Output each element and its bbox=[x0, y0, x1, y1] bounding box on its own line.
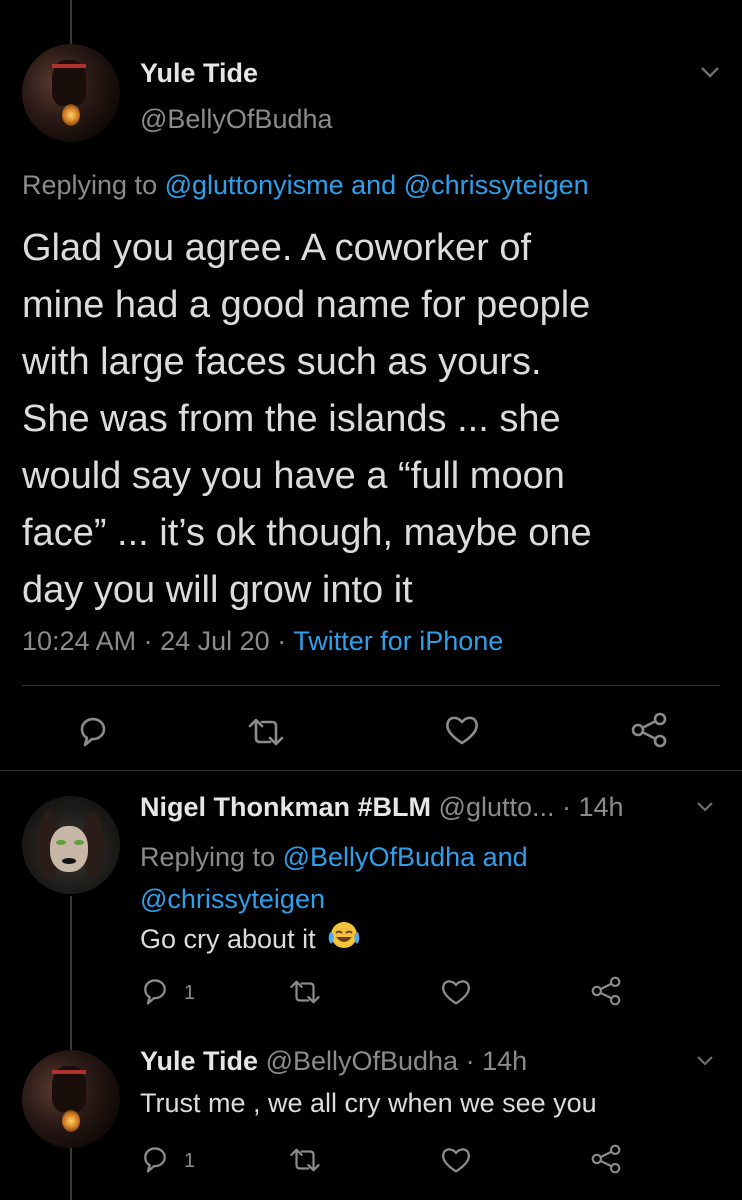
divider bbox=[0, 770, 742, 771]
tweet-line: She was from the islands ... she bbox=[22, 398, 561, 440]
reply-count: 1 bbox=[184, 982, 196, 1004]
avatar-face bbox=[50, 826, 88, 872]
tweet-meta: 10:24 AM · 24 Jul 20 · Twitter for iPhon… bbox=[22, 626, 503, 657]
avatar[interactable] bbox=[22, 44, 120, 142]
author-handle[interactable]: @BellyOfBudha bbox=[266, 1046, 459, 1076]
retweet-icon[interactable] bbox=[246, 716, 286, 748]
author-name[interactable]: Yule Tide bbox=[140, 1046, 258, 1076]
tweet-time[interactable]: 10:24 AM bbox=[22, 626, 136, 656]
avatar-headband bbox=[52, 1070, 86, 1074]
avatar-eye bbox=[56, 840, 66, 845]
tweet-source[interactable]: Twitter for iPhone bbox=[293, 626, 503, 656]
reply-text: Trust me , we all cry when we see you bbox=[140, 1088, 597, 1118]
heart-icon[interactable] bbox=[440, 1146, 472, 1174]
retweet-icon[interactable] bbox=[288, 1146, 322, 1174]
reply-time[interactable]: · 14h bbox=[562, 792, 624, 822]
reply-header: Yule Tide @BellyOfBudha · 14h bbox=[140, 1046, 527, 1077]
avatar[interactable] bbox=[22, 796, 120, 894]
meta-separator: · bbox=[143, 626, 153, 656]
reply-count: 1 bbox=[184, 1150, 196, 1172]
avatar-light bbox=[62, 1110, 80, 1132]
reply-icon[interactable] bbox=[140, 976, 170, 1006]
mention-link[interactable]: @chrissyteigen bbox=[404, 170, 589, 200]
tweet-body: Glad you agree. A coworker of mine had a… bbox=[22, 220, 732, 619]
mention-link[interactable]: @BellyOfBudha bbox=[283, 842, 476, 872]
heart-icon[interactable] bbox=[444, 714, 480, 746]
thread-line-top bbox=[70, 0, 72, 44]
replying-and[interactable]: and bbox=[351, 170, 396, 200]
retweet-icon[interactable] bbox=[288, 978, 322, 1006]
tweet-line: Glad you agree. A coworker of bbox=[22, 227, 532, 269]
avatar-eye bbox=[74, 840, 84, 845]
reply-icon[interactable] bbox=[140, 1144, 170, 1174]
chevron-down-icon[interactable] bbox=[694, 798, 716, 816]
reply-body: Go cry about it bbox=[140, 920, 361, 955]
author-handle[interactable]: @BellyOfBudha bbox=[140, 104, 333, 135]
avatar[interactable] bbox=[22, 1050, 120, 1148]
avatar-headband bbox=[52, 64, 86, 68]
thread-line-middle bbox=[70, 896, 72, 1050]
replying-prefix: Replying to bbox=[22, 170, 158, 200]
tweet-line: day you will grow into it bbox=[22, 569, 413, 611]
replying-and[interactable]: and bbox=[483, 842, 528, 872]
share-icon[interactable] bbox=[590, 976, 622, 1006]
meta-separator: · bbox=[277, 626, 287, 656]
replying-to: Replying to @BellyOfBudha and @chrissyte… bbox=[140, 836, 700, 920]
author-name[interactable]: Nigel Thonkman #BLM bbox=[140, 792, 431, 822]
chevron-down-icon[interactable] bbox=[694, 1052, 716, 1070]
tweet-date[interactable]: 24 Jul 20 bbox=[160, 626, 270, 656]
author-handle[interactable]: @glutto... bbox=[439, 792, 555, 822]
reply-icon[interactable] bbox=[76, 714, 110, 748]
face-with-tears-of-joy-emoji bbox=[327, 920, 361, 952]
tweet-line: would say you have a “full moon bbox=[22, 455, 565, 497]
reply-time[interactable]: · 14h bbox=[466, 1046, 528, 1076]
tweet-line: face” ... it’s ok though, maybe one bbox=[22, 512, 592, 554]
mention-link[interactable]: @gluttonyisme bbox=[165, 170, 344, 200]
reply-header: Nigel Thonkman #BLM @glutto... · 14h bbox=[140, 792, 624, 823]
avatar-lips bbox=[62, 858, 76, 864]
tweet-line: mine had a good name for people bbox=[22, 284, 591, 326]
avatar-light bbox=[62, 104, 80, 126]
share-icon[interactable] bbox=[630, 712, 668, 748]
divider bbox=[22, 685, 720, 686]
replying-to: Replying to @gluttonyisme and @chrissyte… bbox=[22, 170, 589, 201]
mention-link[interactable]: @chrissyteigen bbox=[140, 884, 325, 914]
reply-text: Go cry about it bbox=[140, 924, 316, 954]
tweet-line: with large faces such as yours. bbox=[22, 341, 542, 383]
replying-prefix: Replying to bbox=[140, 842, 276, 872]
heart-icon[interactable] bbox=[440, 978, 472, 1006]
chevron-down-icon[interactable] bbox=[698, 62, 722, 82]
share-icon[interactable] bbox=[590, 1144, 622, 1174]
author-name[interactable]: Yule Tide bbox=[140, 58, 258, 89]
